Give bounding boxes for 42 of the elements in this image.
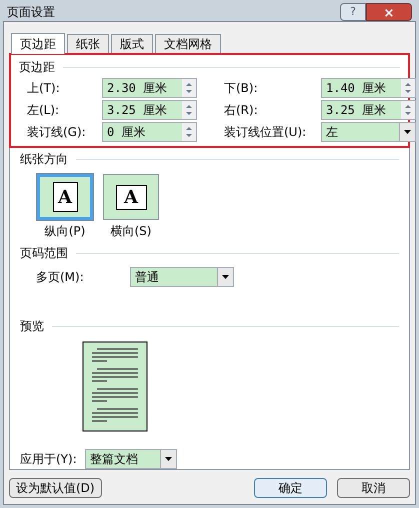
- field-label: 上(T):: [27, 80, 60, 97]
- orientation-label: 横向(S): [110, 223, 152, 240]
- tab[interactable]: 版式: [111, 34, 153, 53]
- dropdown-field[interactable]: 整篇文档: [84, 449, 177, 469]
- dropdown-field[interactable]: 左: [321, 122, 416, 142]
- field-label: 多页(M):: [36, 269, 85, 286]
- tab[interactable]: 文档网格: [155, 34, 221, 53]
- cancel-button[interactable]: 取消: [337, 478, 410, 498]
- dropdown-arrow-icon: [222, 275, 229, 279]
- orientation-button[interactable]: A: [37, 174, 93, 220]
- portrait-page-icon: A: [52, 182, 78, 212]
- close-button[interactable]: ×: [366, 3, 412, 21]
- section-heading: 页边距: [19, 59, 55, 76]
- section-heading: 纸张方向: [20, 151, 68, 168]
- dropdown-arrow-icon: [404, 130, 411, 134]
- field-label: 应用于(Y):: [20, 451, 77, 468]
- landscape-page-icon: A: [116, 184, 146, 210]
- tab[interactable]: 页边距: [11, 33, 65, 54]
- spin-field[interactable]: 3.25 厘米: [321, 100, 416, 120]
- field-label: 左(L):: [27, 102, 60, 119]
- section-heading: 预览: [20, 318, 44, 335]
- section-heading: 页码范围: [20, 245, 68, 262]
- spin-field[interactable]: 0 厘米: [102, 122, 197, 142]
- spin-field[interactable]: 1.40 厘米: [321, 78, 416, 98]
- dropdown-arrow-icon: [164, 457, 172, 461]
- spin-arrows-icon: [182, 101, 196, 119]
- ok-button[interactable]: 确定: [254, 478, 327, 498]
- orientation-label: 纵向(P): [44, 223, 86, 240]
- spin-arrows-icon: [182, 79, 196, 97]
- dropdown-field[interactable]: 普通: [130, 267, 234, 287]
- field-label: 装订线(G):: [27, 124, 86, 141]
- set-default-button[interactable]: 设为默认值(D): [9, 478, 102, 498]
- window-title: 页面设置: [7, 4, 55, 21]
- spin-field[interactable]: 2.30 厘米: [102, 78, 197, 98]
- field-label: 下(B):: [224, 80, 258, 97]
- field-label: 右(R):: [224, 102, 258, 119]
- field-label: 装订线位置(U):: [224, 124, 306, 141]
- spin-field[interactable]: 3.25 厘米: [102, 100, 197, 120]
- help-button[interactable]: ?: [340, 3, 366, 21]
- tab[interactable]: 纸张: [67, 34, 109, 53]
- spin-arrows-icon: [182, 123, 196, 141]
- orientation-button[interactable]: A: [103, 174, 159, 220]
